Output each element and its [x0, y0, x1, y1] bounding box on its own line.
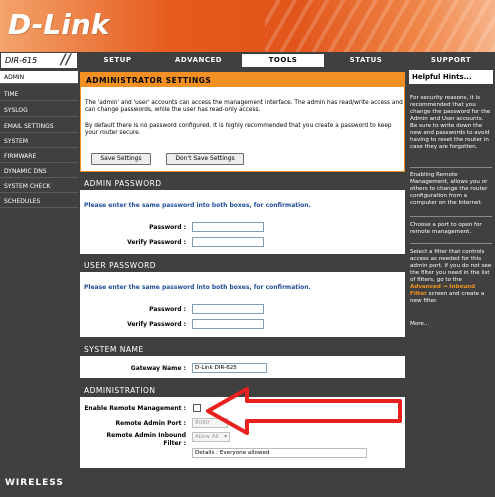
admin-settings-para2: By default there is no password configur…: [85, 123, 392, 136]
user-password-panel: USER PASSWORD Please enter the same pass…: [80, 259, 405, 337]
hint-divider: [410, 167, 492, 168]
sidebar-item-system-check[interactable]: SYSTEM CHECK: [0, 180, 78, 193]
user-verify-password-label: Verify Password :: [127, 321, 186, 328]
dont-save-settings-button[interactable]: Don't Save Settings: [166, 153, 244, 165]
helpful-hints-title: Helpful Hints...: [409, 70, 493, 84]
hint-passwords: For security reasons, it is recommended …: [410, 95, 491, 150]
user-password-input[interactable]: [192, 304, 264, 314]
save-settings-button[interactable]: Save Settings: [91, 153, 151, 165]
admin-settings-title: ADMINISTRATOR SETTINGS: [81, 73, 404, 87]
user-password-note: Please enter the same password into both…: [84, 284, 311, 291]
model-label: DIR-615 //: [0, 52, 78, 69]
tab-status[interactable]: STATUS: [326, 54, 406, 67]
admin-password-label: Password :: [149, 224, 186, 231]
header-stripes: [265, 0, 495, 52]
system-name-title: SYSTEM NAME: [80, 343, 405, 357]
hint-remote-management: Enabling Remote Management, allows you o…: [410, 172, 488, 206]
admin-password-panel: ADMIN PASSWORD Please enter the same pas…: [80, 177, 405, 254]
model-name: DIR-615: [5, 56, 38, 65]
more-link[interactable]: More...: [410, 321, 492, 328]
hint-divider: [410, 216, 492, 217]
model-slash-decoration: //: [60, 52, 71, 68]
tab-setup[interactable]: SETUP: [80, 54, 155, 67]
footer-wireless-text: WIRELESS: [5, 478, 64, 488]
user-verify-password-input[interactable]: [192, 319, 264, 329]
admin-verify-password-input[interactable]: [192, 237, 264, 247]
hint-filter: Select a filter that controls access as …: [410, 249, 492, 305]
hint-filter-text: Select a filter that controls access as …: [410, 249, 492, 283]
admin-settings-panel: ADMINISTRATOR SETTINGS The 'admin' and '…: [80, 72, 405, 172]
footer-bar: WIRELESS: [0, 470, 495, 497]
brand-header: D-Link: [0, 0, 495, 52]
remote-admin-inbound-label-line2: Filter :: [163, 440, 186, 447]
remote-admin-port-label: Remote Admin Port :: [115, 420, 186, 427]
inbound-filter-details: Details : Everyone allowed: [192, 448, 367, 458]
sidebar-item-dynamic-dns[interactable]: DYNAMIC DNS: [0, 165, 78, 178]
admin-password-note: Please enter the same password into both…: [84, 202, 311, 209]
gateway-name-input[interactable]: D-Link DIR-625: [192, 363, 267, 373]
sidebar-item-time[interactable]: TIME: [0, 88, 78, 101]
admin-verify-password-label: Verify Password :: [127, 239, 186, 246]
sidebar-item-email-settings[interactable]: EMAIL SETTINGS: [0, 120, 78, 133]
red-arrow-annotation: [206, 387, 402, 435]
hint-port: Choose a port to open for remote managem…: [410, 222, 482, 235]
sidebar-item-firmware[interactable]: FIRMWARE: [0, 150, 78, 163]
sidebar-item-admin[interactable]: ADMIN: [0, 71, 78, 84]
gateway-name-label: Gateway Name :: [130, 365, 186, 372]
tab-support[interactable]: SUPPORT: [409, 54, 493, 67]
tab-tools[interactable]: TOOLS: [242, 54, 324, 67]
sidebar-item-syslog[interactable]: SYSLOG: [0, 104, 78, 117]
advanced-link[interactable]: Advanced →: [410, 284, 448, 290]
tab-advanced[interactable]: ADVANCED: [157, 54, 240, 67]
hint-divider: [410, 243, 492, 244]
dlink-logo: D-Link: [8, 8, 110, 41]
sidebar-item-system[interactable]: SYSTEM: [0, 135, 78, 148]
remote-management-label: Enable Remote Management :: [84, 405, 186, 412]
admin-settings-para1: The 'admin' and 'user' accounts can acce…: [85, 100, 403, 113]
sidebar-item-schedules[interactable]: SCHEDULES: [0, 195, 78, 208]
system-name-panel: SYSTEM NAME Gateway Name : D-Link DIR-62…: [80, 343, 405, 378]
remote-management-checkbox[interactable]: [193, 404, 201, 412]
user-password-label: Password :: [149, 306, 186, 313]
admin-password-title: ADMIN PASSWORD: [80, 177, 405, 191]
remote-admin-inbound-label-line1: Remote Admin Inbound: [106, 432, 186, 439]
user-password-title: USER PASSWORD: [80, 259, 405, 273]
admin-password-input[interactable]: [192, 222, 264, 232]
